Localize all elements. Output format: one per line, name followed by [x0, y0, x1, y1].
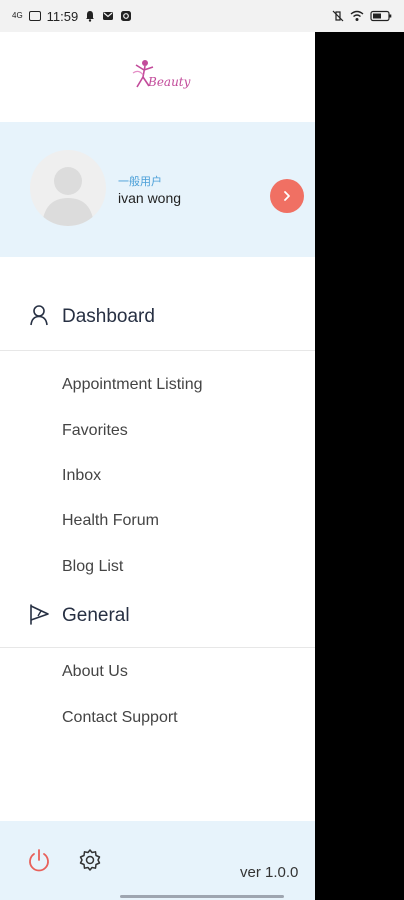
- profile-card[interactable]: 一般用户 ivan wong: [0, 122, 315, 257]
- navigation-drawer: Beauty 一般用户 ivan wong Dashboard Appointm…: [0, 32, 315, 900]
- drawer-footer: ver 1.0.0: [0, 821, 315, 900]
- divider: [0, 350, 315, 351]
- network-indicator: 4G: [12, 11, 23, 20]
- section-general-label: General: [62, 605, 130, 626]
- user-role: 一般用户: [118, 176, 162, 188]
- app-q-icon: [121, 11, 132, 21]
- home-indicator[interactable]: [120, 895, 284, 898]
- notification-bell-icon: [86, 11, 95, 22]
- gear-icon[interactable]: [78, 848, 102, 872]
- divider: [0, 647, 315, 648]
- menu-item-blog-list[interactable]: Blog List: [62, 556, 123, 578]
- menu-item-contact-support[interactable]: Contact Support: [62, 707, 178, 729]
- app-version: ver 1.0.0: [240, 864, 299, 881]
- avatar-placeholder-icon: [42, 167, 94, 226]
- mail-icon: [103, 12, 114, 20]
- menu-item-favorites[interactable]: Favorites: [62, 420, 128, 442]
- wifi-icon: [350, 10, 364, 21]
- section-dashboard-label: Dashboard: [62, 306, 155, 327]
- status-time: 11:59: [46, 8, 79, 24]
- person-icon: [30, 305, 48, 326]
- section-dashboard[interactable]: Dashboard: [0, 293, 315, 339]
- app-logo: Beauty: [0, 32, 315, 122]
- section-general[interactable]: General: [0, 592, 315, 638]
- menu-item-inbox[interactable]: Inbox: [62, 465, 101, 487]
- status-right: [332, 10, 392, 22]
- menu-item-about-us[interactable]: About Us: [62, 661, 128, 683]
- beauty-logo: Beauty: [132, 60, 191, 89]
- avatar[interactable]: [30, 150, 106, 226]
- logo-wordmark: Beauty: [147, 75, 191, 89]
- status-bar: 4G 11:59: [0, 0, 404, 32]
- battery-icon: [370, 10, 392, 22]
- profile-go-button[interactable]: [270, 179, 304, 213]
- menu-item-appointment-listing[interactable]: Appointment Listing: [62, 374, 203, 396]
- power-icon[interactable]: [26, 848, 52, 874]
- user-name: ivan wong: [118, 190, 182, 206]
- status-left: 4G 11:59: [12, 9, 132, 24]
- mute-icon: [332, 10, 344, 22]
- sim-icon: [28, 11, 41, 21]
- chevron-right-icon: [284, 191, 290, 201]
- flag-icon: [30, 604, 49, 625]
- menu-item-health-forum[interactable]: Health Forum: [62, 510, 159, 532]
